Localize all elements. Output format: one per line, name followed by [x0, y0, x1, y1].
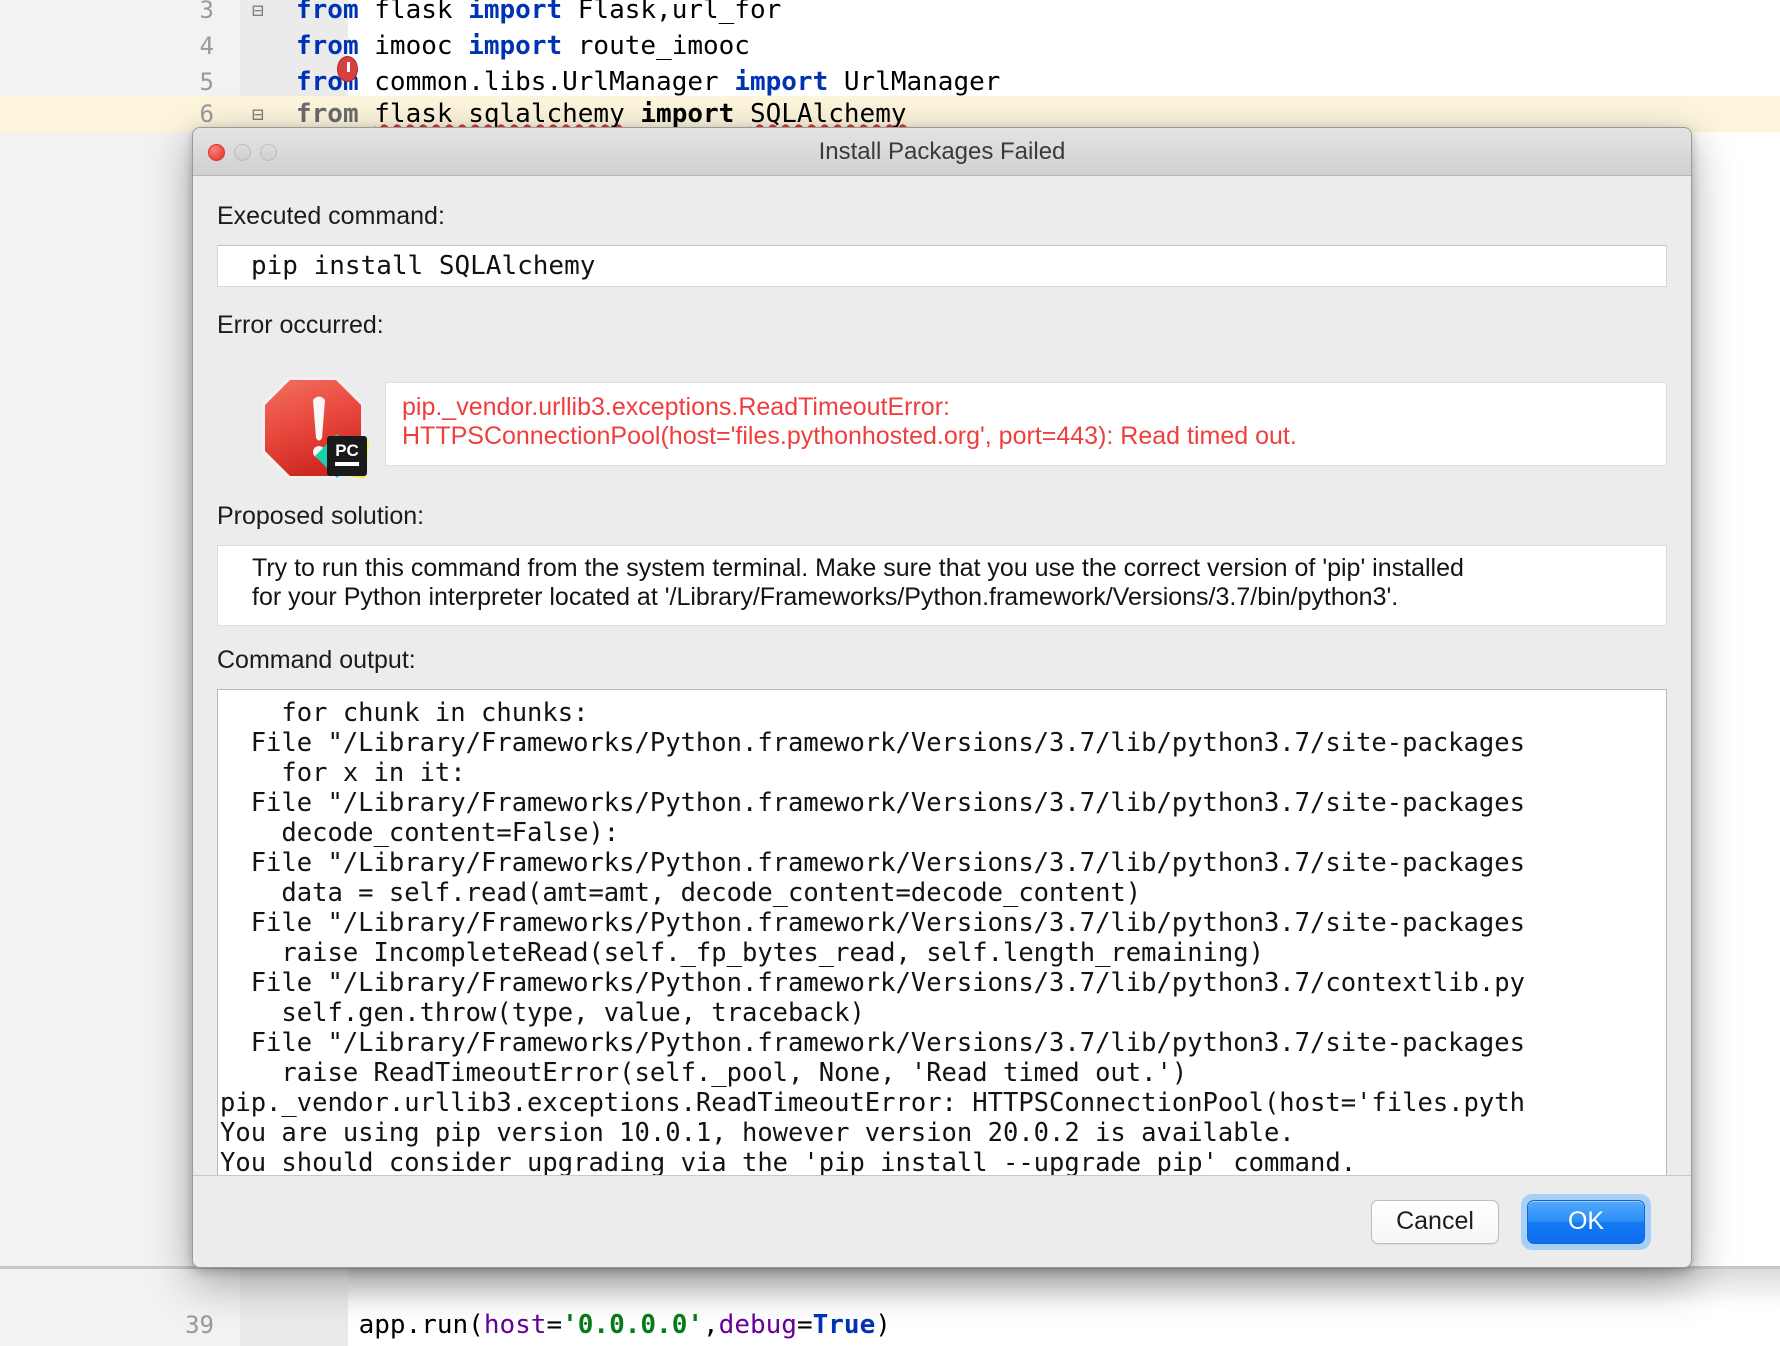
proposed-solution-box: Try to run this command from the system …	[217, 545, 1667, 626]
command-output-label: Command output:	[217, 646, 1667, 675]
error-row: PC pip._vendor.urllib3.exceptions.ReadTi…	[217, 364, 1667, 482]
editor-lower-pane: 39 app.run(host='0.0.0.0',debug=True) 40	[0, 1269, 1780, 1346]
error-occurred-label: Error occurred:	[217, 311, 1667, 340]
ok-button-focus-ring: OK	[1521, 1194, 1651, 1250]
dialog-titlebar[interactable]: Install Packages Failed	[193, 128, 1691, 176]
code-text: from common.libs.UrlManager import UrlMa…	[276, 64, 1000, 100]
dialog-body: Executed command: pip install SQLAlchemy…	[193, 176, 1691, 1193]
proposed-solution-line-2: for your Python interpreter located at '…	[252, 583, 1646, 612]
zoom-window-icon[interactable]	[260, 144, 277, 161]
dialog-title: Install Packages Failed	[193, 138, 1691, 166]
error-stop-icon-svg: PC	[257, 372, 385, 482]
window-controls[interactable]	[208, 144, 277, 161]
screen: 3 ⊟ from flask import Flask,url_for 4 fr…	[0, 0, 1780, 1346]
cancel-button[interactable]: Cancel	[1371, 1200, 1499, 1244]
command-output-text: for chunk in chunks: File "/Library/Fram…	[218, 698, 1666, 1178]
executed-command-label: Executed command:	[217, 202, 1667, 231]
line-number: 4	[0, 28, 240, 64]
install-packages-failed-dialog[interactable]: Install Packages Failed Executed command…	[192, 127, 1692, 1268]
line-number: 39	[0, 1307, 240, 1343]
proposed-solution-line-1: Try to run this command from the system …	[252, 554, 1646, 583]
svg-text:PC: PC	[335, 441, 359, 460]
error-message-text: pip._vendor.urllib3.exceptions.ReadTimeo…	[402, 393, 1650, 451]
error-message-line-1: pip._vendor.urllib3.exceptions.ReadTimeo…	[402, 393, 1650, 422]
error-marker-icon[interactable]	[337, 56, 358, 82]
code-text: from flask import Flask,url_for	[276, 0, 781, 28]
line-number: 3	[0, 0, 240, 28]
error-stop-icon: PC	[257, 372, 385, 482]
minimize-window-icon[interactable]	[234, 144, 251, 161]
executed-command-field[interactable]: pip install SQLAlchemy	[217, 245, 1667, 287]
error-message-box: pip._vendor.urllib3.exceptions.ReadTimeo…	[385, 382, 1667, 466]
code-line[interactable]: 3 ⊟ from flask import Flask,url_for	[0, 0, 1780, 28]
proposed-solution-label: Proposed solution:	[217, 502, 1667, 531]
error-message-line-2: HTTPSConnectionPool(host='files.pythonho…	[402, 422, 1650, 451]
code-text: app.run(host='0.0.0.0',debug=True)	[276, 1307, 891, 1343]
ok-button[interactable]: OK	[1527, 1200, 1645, 1244]
fold-marker[interactable]: ⊟	[240, 0, 276, 28]
command-output-box[interactable]: for chunk in chunks: File "/Library/Fram…	[217, 689, 1667, 1193]
code-line[interactable]: 4 from imooc import route_imooc	[0, 28, 1780, 64]
close-window-icon[interactable]	[208, 144, 225, 161]
code-line[interactable]: 39 app.run(host='0.0.0.0',debug=True)	[0, 1307, 1780, 1343]
dialog-footer: Cancel OK	[193, 1175, 1691, 1267]
code-line[interactable]: 5 from common.libs.UrlManager import Url…	[0, 64, 1780, 100]
line-number: 5	[0, 64, 240, 100]
